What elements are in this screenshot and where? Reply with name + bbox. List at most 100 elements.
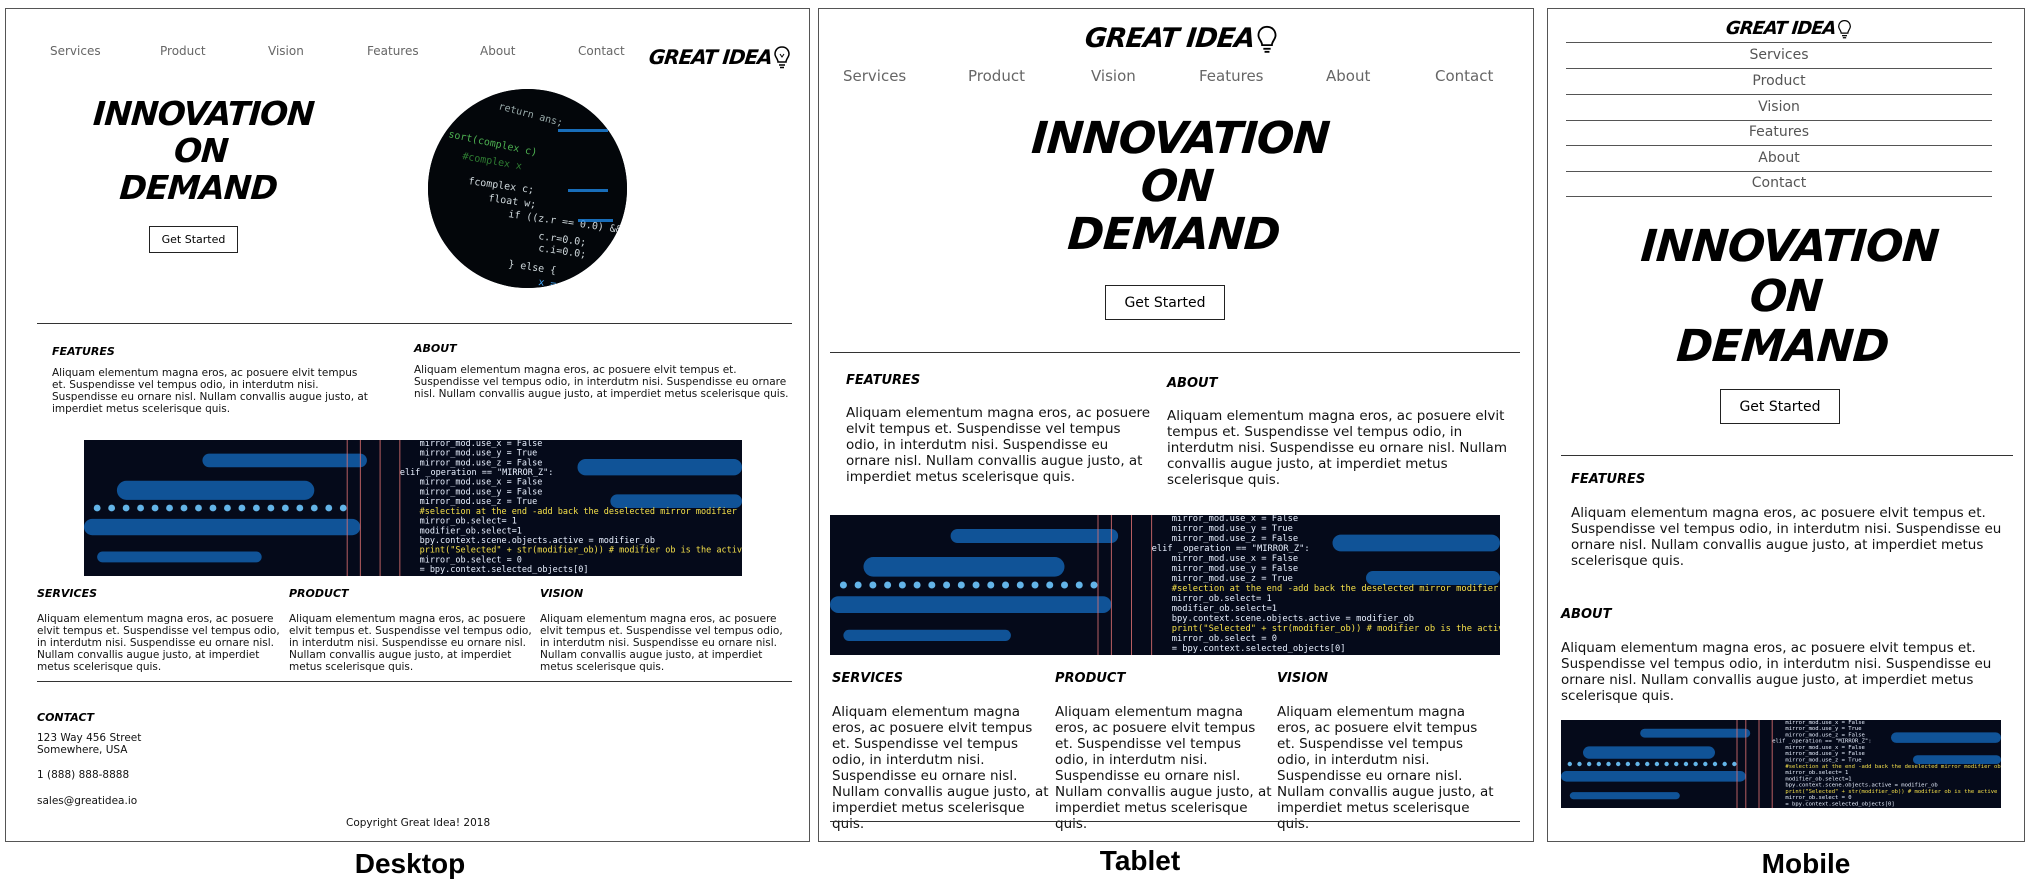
desktop-nav-about[interactable]: About (480, 44, 515, 58)
code-line: bpy.context.scene.objects.active = modif… (420, 536, 655, 546)
code-line: mirror_mod.use_y = False (1785, 751, 1864, 757)
lightbulb-icon (774, 46, 790, 69)
mobile-frame: GREAT IDEA Services Product Vision Featu… (1547, 8, 2025, 842)
tablet-nav-product[interactable]: Product (968, 67, 1025, 85)
hero-line-3: DEMAND (1066, 209, 1282, 260)
desktop-features-title: FEATURES (52, 345, 115, 358)
desktop-copyright: Copyright Great Idea! 2018 (346, 817, 491, 829)
code-line: elif _operation == "MIRROR_Z": (1772, 739, 1871, 745)
desktop-about-body: Aliquam elementum magna eros, ac posuere… (414, 364, 789, 400)
code-line: mirror_mod.use_x = False (1172, 554, 1298, 564)
tablet-about-title: ABOUT (1167, 376, 1218, 391)
tablet-get-started-button[interactable]: Get Started (1105, 285, 1225, 320)
code-line: mirror_ob.select = 0 (420, 555, 522, 565)
code-line: mirror_mod.use_y = True (420, 449, 538, 459)
tablet-hero-heading: INNOVATION ON DEMAND (1022, 113, 1332, 260)
tablet-divider-1 (830, 352, 1520, 353)
tablet-label: Tablet (1099, 845, 1181, 876)
mobile-get-started-button[interactable]: Get Started (1720, 389, 1840, 424)
code-line: mirror_ob.select= 1 (1172, 594, 1272, 604)
code-banner-graphic: mirror_mod.use_x = Falsemirror_mod.use_y… (1561, 720, 2001, 808)
code-line: elif _operation == "MIRROR_Z": (400, 468, 554, 478)
tablet-nav-about[interactable]: About (1326, 67, 1370, 85)
desktop-services-title: SERVICES (37, 587, 98, 600)
svg-text:x = sqrt(...): x = sqrt(...) (538, 277, 617, 288)
code-banner-graphic: mirror_mod.use_x = Falsemirror_mod.use_y… (830, 515, 1500, 655)
mobile-nav-contact[interactable]: Contact (1566, 171, 1992, 197)
mobile-nav-features[interactable]: Features (1566, 120, 1992, 146)
hero-line-2: ON (1139, 161, 1215, 212)
desktop-about-title: ABOUT (414, 342, 457, 355)
code-line: mirror_mod.use_x = False (420, 478, 543, 488)
mobile-nav-product[interactable]: Product (1566, 69, 1992, 95)
desktop-nav-contact[interactable]: Contact (578, 44, 625, 58)
code-line: mirror_mod.use_z = False (1785, 732, 1864, 738)
hero-line-1: INNOVATION (1639, 221, 1941, 272)
tablet-vision-title: VISION (1277, 671, 1329, 686)
desktop-frame: Services Product Vision Features About C… (5, 8, 810, 842)
desktop-services-body: Aliquam elementum magna eros, ac posuere… (37, 613, 280, 673)
code-line: modifier_ob.select=1 (1172, 604, 1277, 614)
tablet-features-title: FEATURES (846, 373, 921, 388)
mobile-nav-services[interactable]: Services (1566, 43, 1992, 69)
mobile-hero-heading: INNOVATION ON DEMAND (1631, 221, 1941, 372)
code-line: elif _operation == "MIRROR_Z": (1152, 544, 1310, 554)
tablet-frame: GREAT IDEA Services Product Vision Featu… (818, 8, 1534, 842)
code-line: mirror_mod.use_x = False (1172, 515, 1298, 524)
mobile-nav-about[interactable]: About (1566, 146, 1992, 172)
hero-line-2: ON (172, 131, 230, 170)
desktop-contact-email[interactable]: sales@greatidea.io (37, 795, 137, 807)
hero-line-1: INNOVATION (91, 94, 316, 133)
brand-name: GREAT IDEA (1083, 23, 1256, 54)
tablet-product-body: Aliquam elementum magna eros, ac posuere… (1055, 704, 1272, 832)
desktop-nav-services[interactable]: Services (50, 44, 101, 58)
code-line: #selection at the end -add back the dese… (1785, 764, 2001, 770)
desktop-nav-features[interactable]: Features (367, 44, 419, 58)
tablet-logo[interactable]: GREAT IDEA (1083, 23, 1278, 54)
brand-name: GREAT IDEA (647, 45, 774, 69)
mobile-label: Mobile (1761, 848, 1851, 879)
mobile-features-body: Aliquam elementum magna eros, ac posuere… (1571, 505, 2002, 569)
tablet-divider-2 (830, 821, 1520, 822)
mobile-logo[interactable]: GREAT IDEA (1724, 18, 1852, 39)
tablet-nav-features[interactable]: Features (1199, 67, 1264, 85)
desktop-contact-phone: 1 (888) 888-8888 (37, 769, 130, 781)
hero-line-2: ON (1748, 271, 1824, 322)
tablet-services-title: SERVICES (832, 671, 903, 686)
code-line: mirror_mod.use_x = False (1785, 745, 1864, 751)
mobile-code-banner: mirror_mod.use_x = False mirror_mod.use_y… (1561, 720, 2001, 808)
desktop-product-body: Aliquam elementum magna eros, ac posuere… (289, 613, 532, 673)
code-line: mirror_mod.use_z = True (1785, 757, 1861, 763)
desktop-hero-image: return ans; sort(complex c) #complex x f… (428, 89, 627, 288)
code-line: mirror_mod.use_y = False (420, 487, 543, 497)
desktop-nav-vision[interactable]: Vision (268, 44, 304, 58)
tablet-about-body: Aliquam elementum magna eros, ac posuere… (1167, 408, 1507, 488)
desktop-get-started-button[interactable]: Get Started (149, 226, 238, 253)
code-line: mirror_mod.use_x = False (1785, 720, 1864, 726)
code-line: mirror_ob.select= 1 (1785, 770, 1848, 776)
code-line: mirror_ob.select = 0 (1172, 634, 1277, 644)
code-line: mirror_mod.use_y = False (1172, 564, 1298, 574)
mobile-features-title: FEATURES (1571, 472, 1646, 487)
desktop-contact-address-1: 123 Way 456 Street (37, 732, 142, 744)
mobile-nav: Services Product Vision Features About C… (1566, 42, 1992, 207)
code-line: mirror_mod.use_x = False (420, 440, 543, 449)
code-line: mirror_mod.use_y = True (1172, 524, 1293, 534)
desktop-nav-product[interactable]: Product (160, 44, 206, 58)
tablet-nav-vision[interactable]: Vision (1091, 67, 1136, 85)
brand-name: GREAT IDEA (1724, 18, 1837, 39)
mobile-nav-vision[interactable]: Vision (1566, 95, 1992, 121)
tablet-nav-services[interactable]: Services (843, 67, 906, 85)
code-line: print("Selected" + str(modifier_ob)) # m… (1172, 624, 1500, 634)
code-line: mirror_ob.select= 1 (420, 517, 517, 527)
code-line: bpy.context.scene.objects.active = modif… (1172, 614, 1414, 624)
desktop-logo[interactable]: GREAT IDEA (647, 45, 791, 69)
hero-line-1: INNOVATION (1029, 113, 1331, 164)
tablet-nav-contact[interactable]: Contact (1435, 67, 1493, 85)
lightbulb-icon (1257, 25, 1277, 53)
desktop-label: Desktop (354, 848, 466, 879)
desktop-code-banner: mirror_mod.use_x = False mirror_mod.use_y… (84, 440, 742, 576)
code-line: modifier_ob.select=1 (1785, 776, 1851, 782)
desktop-divider-2 (37, 681, 792, 682)
code-banner-graphic: mirror_mod.use_x = Falsemirror_mod.use_y… (84, 440, 742, 576)
